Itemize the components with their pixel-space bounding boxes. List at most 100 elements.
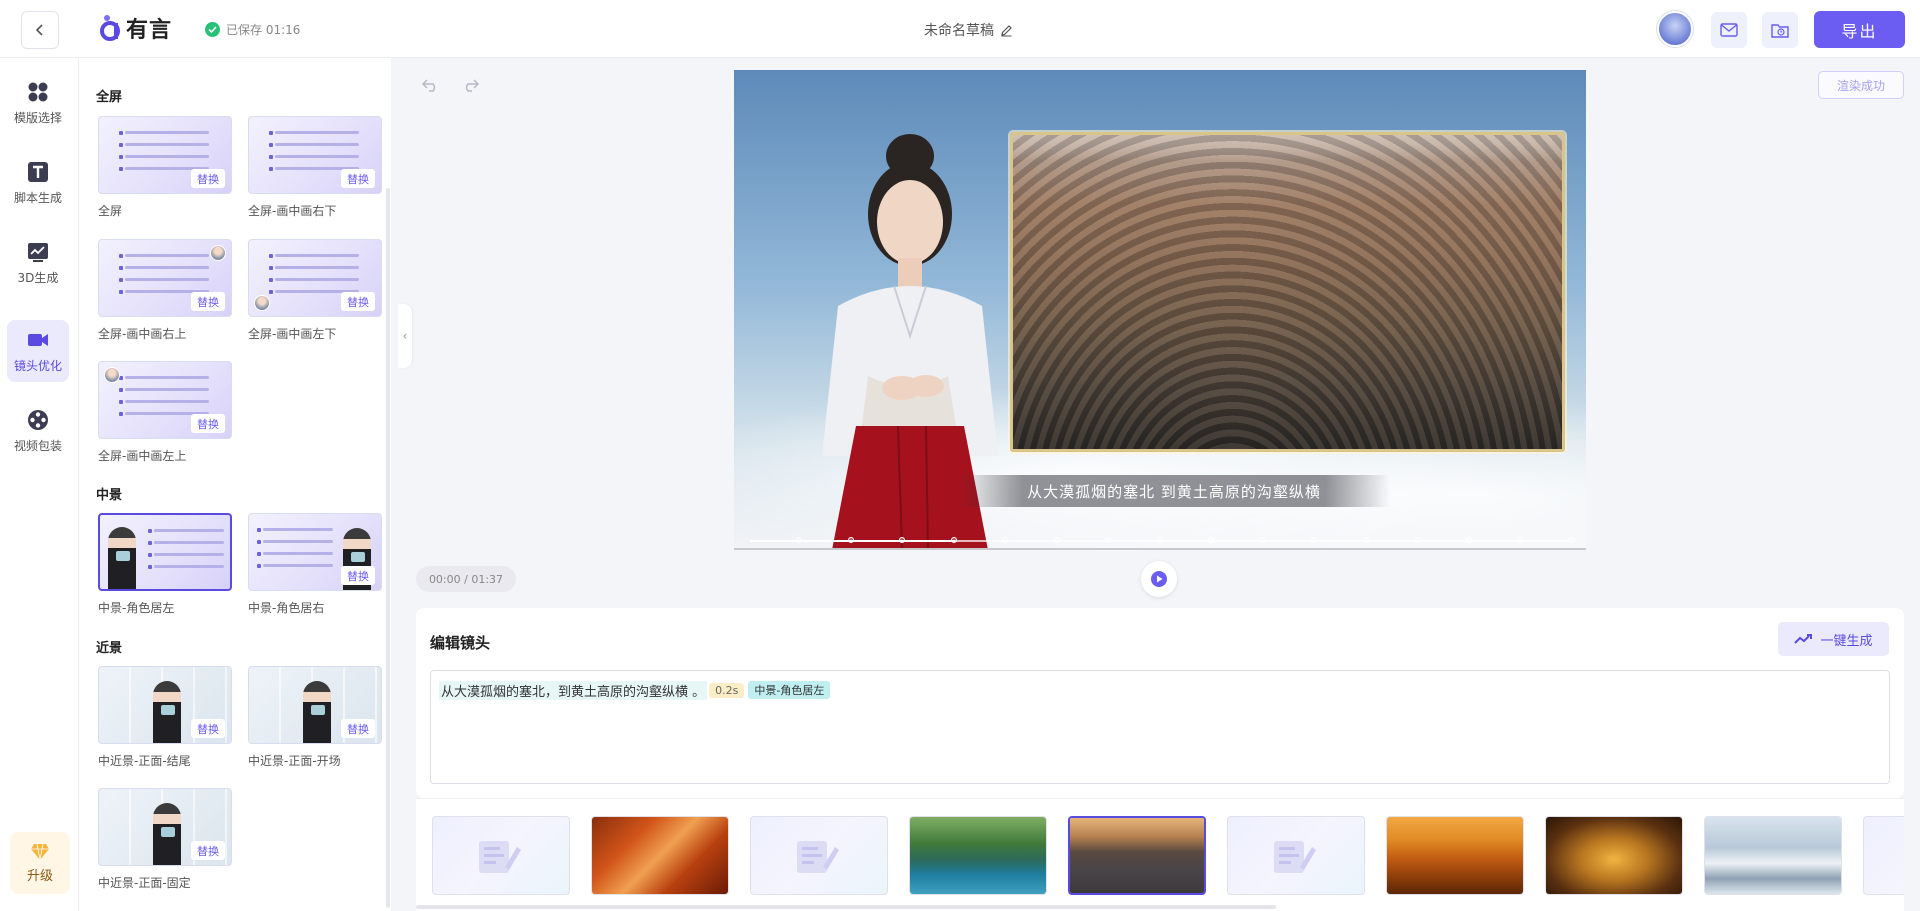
timeline-marker[interactable] [1208, 537, 1214, 543]
trend-icon [1794, 634, 1813, 644]
timeline-marker[interactable] [1362, 537, 1369, 543]
template-thumbnail[interactable]: 替换 [98, 788, 232, 866]
template-thumbnail[interactable]: 替换 [248, 666, 382, 744]
back-button[interactable] [21, 11, 59, 49]
template-thumbnail[interactable]: 替换 [248, 239, 382, 317]
clip-thumbnail[interactable] [1068, 816, 1206, 895]
history-button[interactable] [1762, 12, 1798, 48]
messages-button[interactable] [1711, 12, 1747, 48]
pencil-icon[interactable] [1000, 24, 1013, 37]
timeline-marker[interactable] [1259, 537, 1266, 543]
template-thumbnail[interactable]: 替换 [98, 116, 232, 194]
shot-tag[interactable]: 中景-角色居左 [748, 681, 831, 699]
render-status-badge: 渲染成功 [1818, 71, 1904, 99]
rail-item-script[interactable]: 脚本生成 [7, 152, 69, 214]
timeline-marker[interactable] [796, 537, 802, 543]
replace-button[interactable]: 替换 [341, 566, 375, 585]
template-card[interactable]: 替换 全屏-画中画左上 [98, 361, 232, 464]
pause-tag[interactable]: 0.2s [709, 682, 745, 698]
template-label: 全屏-画中画左下 [248, 327, 337, 341]
replace-button[interactable]: 替换 [191, 841, 225, 860]
template-card[interactable]: 替换 全屏-画中画右上 [98, 239, 232, 342]
strip-scrollbar[interactable] [416, 905, 1276, 909]
replace-button[interactable]: 替换 [191, 169, 225, 188]
template-card[interactable]: 替换 中近景-正面-开场 [248, 666, 382, 769]
replace-button[interactable]: 替换 [191, 719, 225, 738]
mail-icon [1720, 23, 1738, 37]
template-card-selected[interactable]: 中景-角色居左 [98, 513, 232, 616]
script-editor[interactable]: 从大漠孤烟的塞北，到黄土高原的沟壑纵横 。 0.2s 中景-角色居左 [430, 670, 1890, 784]
clip-thumbnail[interactable] [591, 816, 729, 895]
clip-thumbnail[interactable] [1545, 816, 1683, 895]
template-card[interactable]: 替换 全屏-画中画右下 [248, 116, 382, 219]
video-subtitle: 从大漠孤烟的塞北 到黄土高原的沟壑纵横 [958, 475, 1390, 507]
text-icon [28, 161, 48, 182]
clip-thumbnail[interactable] [1386, 816, 1524, 895]
template-panel: 全屏 替换 全屏 替换 全屏-画中画右下 替换 全屏-画中画右上 替换 全屏-画… [79, 58, 391, 911]
timeline-marker[interactable] [950, 537, 957, 543]
presenter-figure [153, 803, 181, 865]
template-card[interactable]: 替换 全屏 [98, 116, 232, 219]
presenter-figure [303, 681, 331, 743]
generate-label: 一键生成 [1820, 633, 1873, 649]
undo-button[interactable] [421, 75, 441, 95]
template-card[interactable]: 替换 中景-角色居右 [248, 513, 382, 616]
template-card[interactable]: 替换 中近景-正面-结尾 [98, 666, 232, 769]
timeline-marker[interactable] [1414, 537, 1420, 543]
timeline-marker[interactable] [1465, 537, 1472, 543]
timeline-marker[interactable] [1105, 537, 1111, 543]
clip-thumbnail[interactable] [1704, 816, 1842, 895]
timeline-marker[interactable] [1053, 537, 1060, 543]
template-thumbnail[interactable]: 替换 [248, 116, 382, 194]
replace-button[interactable]: 替换 [191, 414, 225, 433]
script-text[interactable]: 从大漠孤烟的塞北，到黄土高原的沟壑纵横 。 [439, 680, 708, 700]
template-label: 全屏-画中画右上 [98, 327, 187, 341]
video-preview[interactable]: 从大漠孤烟的塞北 到黄土高原的沟壑纵横 [734, 70, 1586, 550]
timeline-marker[interactable] [847, 537, 854, 543]
template-thumbnail[interactable]: 替换 [98, 666, 232, 744]
rail-item-packaging[interactable]: 视频包装 [7, 400, 69, 462]
clip-text-card[interactable] [1227, 816, 1365, 895]
timeline-marker[interactable] [1517, 537, 1523, 543]
redo-button[interactable] [460, 75, 480, 95]
clip-text-card[interactable] [432, 816, 570, 895]
rail-item-3d[interactable]: 3D生成 [7, 232, 69, 294]
play-icon [1151, 571, 1167, 587]
document-edit-icon [479, 841, 521, 873]
brand-name: 有言 [126, 18, 173, 43]
timeline-marker[interactable] [1156, 537, 1163, 543]
grid-icon [28, 82, 48, 101]
presenter-figure [108, 527, 136, 589]
template-thumbnail[interactable]: 替换 [248, 513, 382, 591]
one-click-generate-button[interactable]: 一键生成 [1778, 622, 1889, 656]
play-button[interactable] [1141, 561, 1177, 597]
timeline-marker[interactable] [1311, 537, 1317, 543]
rail-item-shot-optimize[interactable]: 镜头优化 [7, 320, 69, 382]
template-card[interactable]: 替换 中近景-正面-固定 [98, 788, 232, 891]
replace-button[interactable]: 替换 [191, 292, 225, 311]
clip-text-card[interactable] [750, 816, 888, 895]
replace-button[interactable]: 替换 [341, 292, 375, 311]
template-thumbnail[interactable]: 替换 [98, 361, 232, 439]
upgrade-label: 升级 [26, 868, 53, 884]
panel-scrollbar[interactable] [386, 188, 390, 908]
timeline-marker[interactable] [1002, 537, 1008, 543]
clip-strip [416, 798, 1904, 911]
user-avatar[interactable] [1657, 11, 1693, 47]
timeline-marker[interactable] [1568, 537, 1575, 543]
chart-icon [28, 242, 48, 262]
clip-text-card[interactable] [1863, 816, 1904, 895]
video-timeline[interactable] [750, 537, 1575, 543]
upgrade-button[interactable]: 升级 [10, 832, 70, 894]
export-button[interactable]: 导出 [1814, 11, 1905, 48]
template-thumbnail[interactable] [98, 513, 232, 591]
template-thumbnail[interactable]: 替换 [98, 239, 232, 317]
draft-title[interactable]: 未命名草稿 [924, 20, 1013, 40]
collapse-panel-handle[interactable]: ‹ [398, 304, 412, 368]
template-card[interactable]: 替换 全屏-画中画左下 [248, 239, 382, 342]
clip-thumbnail[interactable] [909, 816, 1047, 895]
rail-item-templates[interactable]: 模版选择 [7, 72, 69, 134]
timeline-marker[interactable] [899, 537, 905, 543]
replace-button[interactable]: 替换 [341, 169, 375, 188]
replace-button[interactable]: 替换 [341, 719, 375, 738]
